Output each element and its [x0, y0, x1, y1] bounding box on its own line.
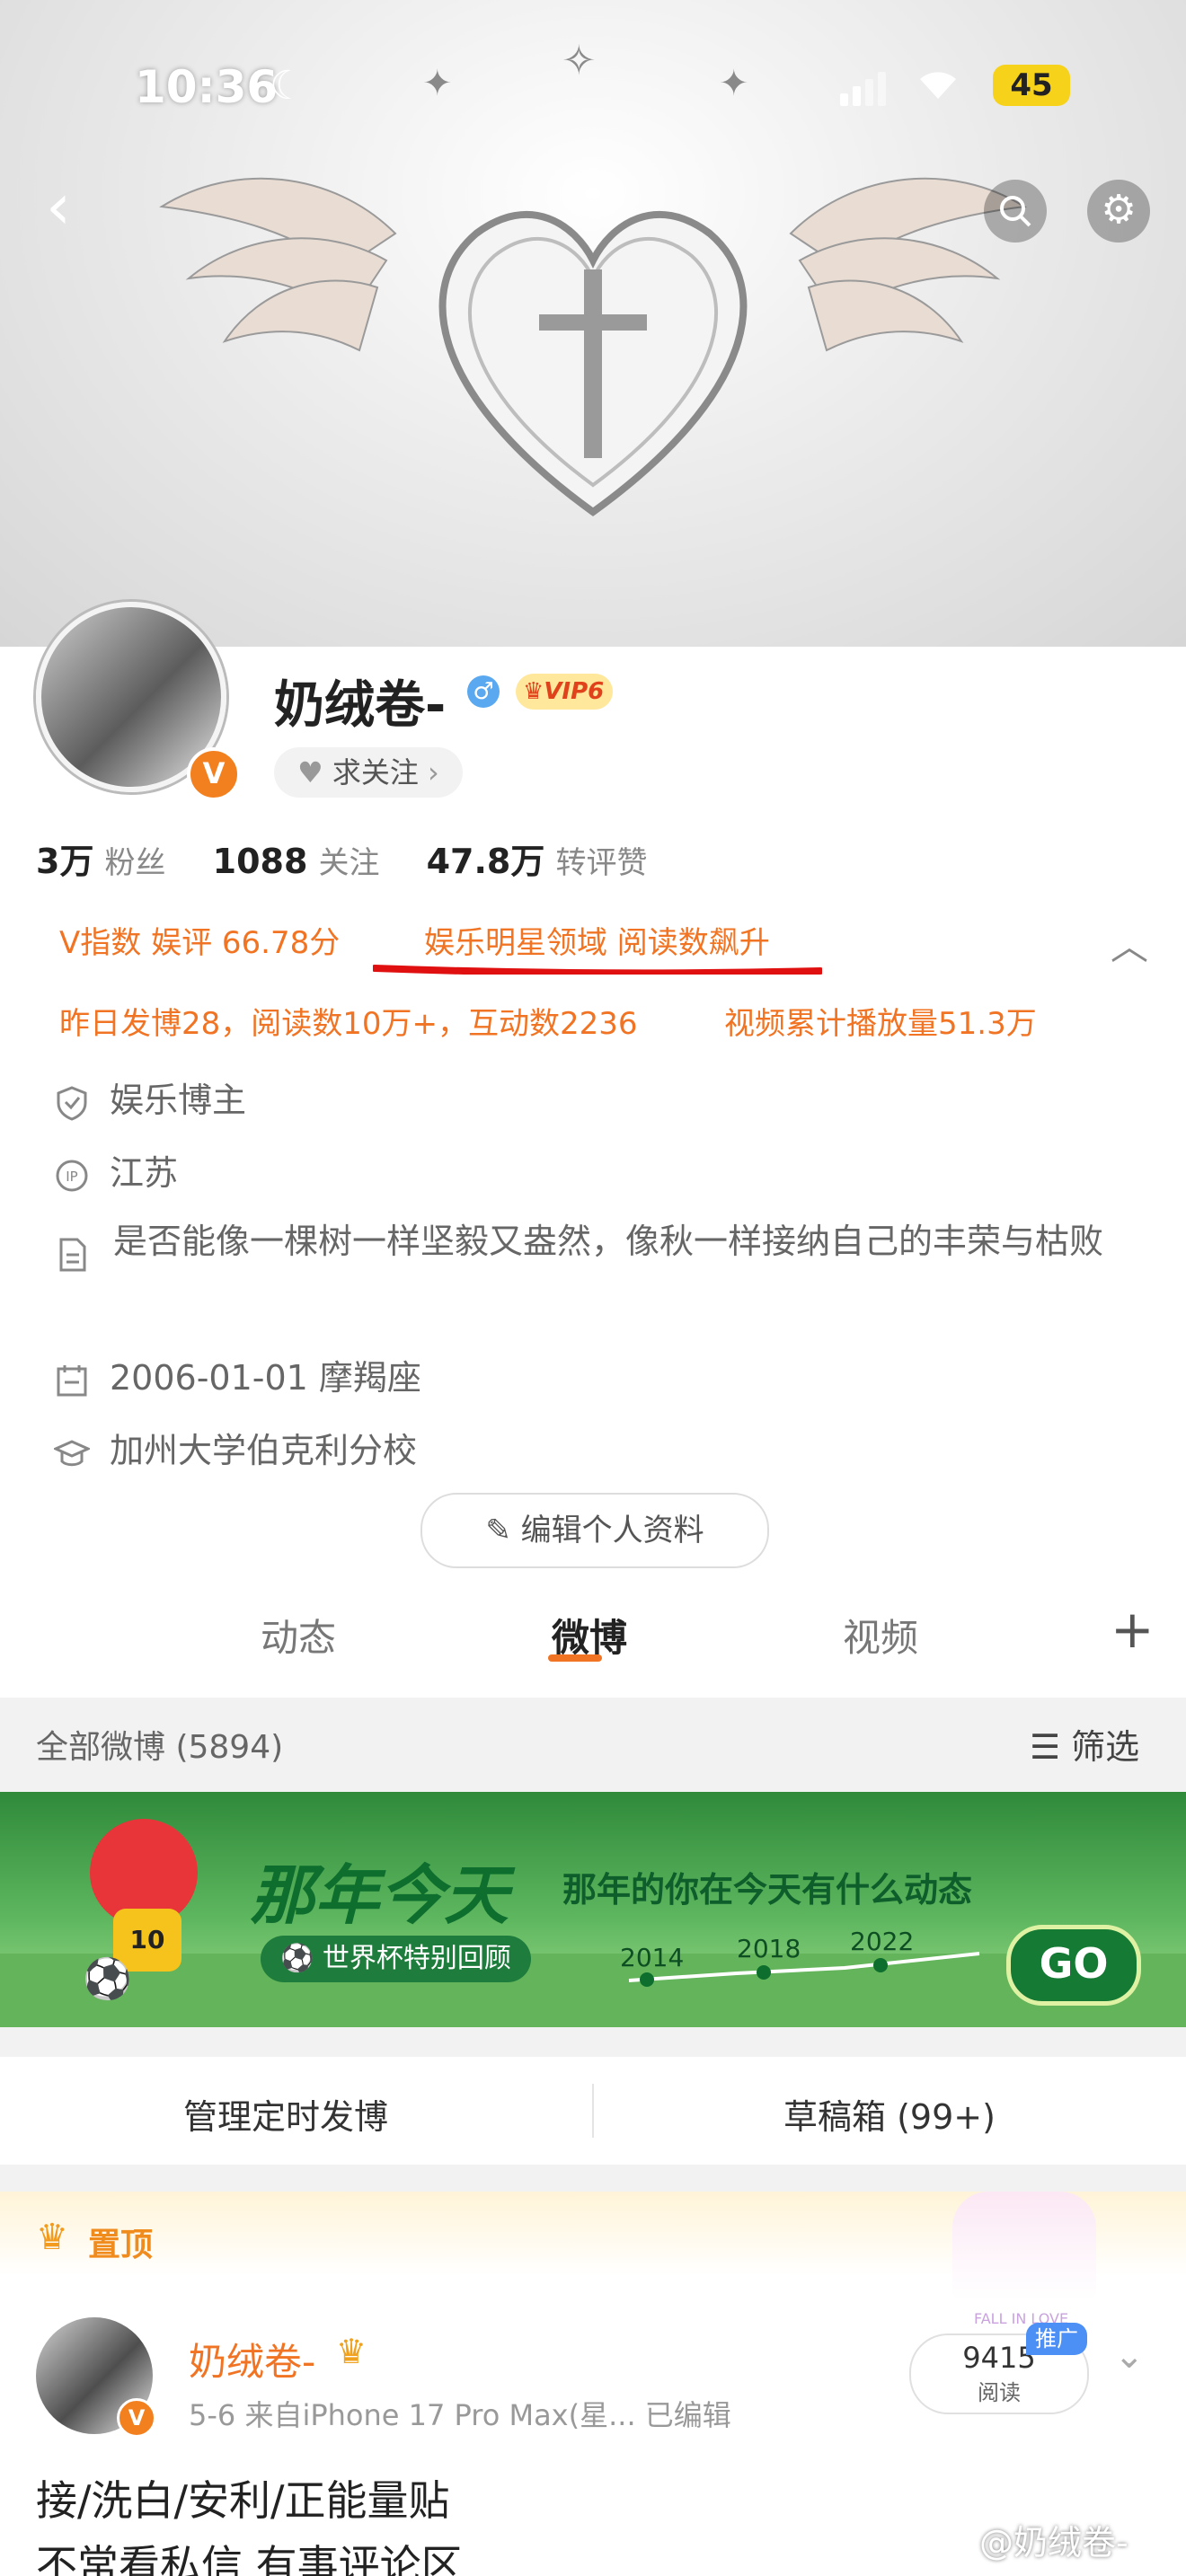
post-author[interactable]: 奶绒卷- [189, 2332, 315, 2386]
ip-row: IP 江苏 [54, 1145, 178, 1195]
edit-profile-button[interactable]: ✎ 编辑个人资料 [420, 1493, 769, 1568]
heart-cross-decoration [438, 210, 748, 516]
stat-following[interactable]: 1088 关注 [213, 842, 416, 881]
document-icon [54, 1231, 90, 1272]
promo-title: 那年今天 [250, 1857, 509, 1933]
profile-name: 奶绒卷- [274, 676, 447, 735]
v-index[interactable]: V指数 娱评 66.78分 [59, 918, 340, 962]
search-icon[interactable] [984, 180, 1047, 243]
wing-decoration-left [159, 177, 397, 352]
vip-crown-icon: ♛ [336, 2332, 367, 2371]
stats-row: 3万 粉丝 1088 关注 47.8万 转评赞 [36, 834, 683, 883]
verified-badge-icon: V [117, 2398, 156, 2438]
moon-icon: ☾ [270, 63, 305, 109]
bio-text: 是否能像一棵树一样坚毅又盎然，像秋一样接纳自己的丰荣与枯败 [113, 1222, 1104, 1261]
promo-banner[interactable]: 10 ⚽ 那年今天 那年的你在今天有什么动态 ⚽ 世界杯特别回顾 2014 20… [0, 1792, 1186, 2027]
vip-badge[interactable]: ♛VIP6 [516, 674, 614, 710]
post-actions-bar: 管理定时发博 草稿箱 (99+) [0, 2057, 1186, 2165]
battery-indicator: 45 [993, 65, 1070, 106]
ip-location-icon: IP [54, 1158, 90, 1194]
tab-video[interactable]: 视频 [843, 1608, 918, 1663]
promo-tag: ⚽ 世界杯特别回顾 [261, 1936, 531, 1982]
year-2022: 2022 [850, 1927, 915, 1956]
svg-text:IP: IP [66, 1169, 77, 1185]
promo-subtitle: 那年的你在今天有什么动态 [562, 1870, 973, 1910]
post-meta: 5-6 来自iPhone 17 Pro Max(星... 已编辑 [189, 2398, 731, 2432]
chevron-up-icon[interactable]: ︿ [1111, 916, 1148, 971]
watermark: @奶绒卷- [979, 2523, 1128, 2563]
status-time: 10:36 [135, 61, 279, 113]
shield-icon [54, 1085, 90, 1121]
follow-prompt-button[interactable]: ♥ 求关注 › [274, 747, 463, 798]
birthday-row: 2006-01-01 摩羯座 [54, 1350, 421, 1399]
pinned-label: 置顶 [88, 2227, 154, 2263]
feed-filter-bar: 全部微博 (5894) ☰ 筛选 [0, 1698, 1186, 1787]
post-text-line2: 不常看私信 有事评论区 [36, 2541, 463, 2576]
tab-active-indicator [548, 1654, 602, 1662]
yesterday-stats: 昨日发博28，阅读数10万+，互动数2236 [59, 1006, 638, 1042]
category-row: 娱乐博主 [54, 1072, 246, 1122]
profile-cover: ✦ ✦ ✧ ✦ ✦ 10:36 ☾ 45 ‹ ⚙ [0, 0, 1186, 647]
football-icon: ⚽ [280, 1943, 314, 1974]
chevron-right-icon: › [428, 755, 439, 790]
go-button[interactable]: GO [1006, 1925, 1141, 2006]
add-tab-icon[interactable]: + [1111, 1599, 1155, 1660]
graduation-cap-icon [52, 1435, 92, 1471]
school-row: 加州大学伯克利分校 [52, 1423, 417, 1472]
year-2014: 2014 [620, 1943, 685, 1972]
heart-plus-icon: ♥ [297, 755, 323, 790]
wifi-icon [916, 65, 960, 110]
football-icon: ⚽ [83, 1956, 132, 2002]
video-plays: 视频累计播放量51.3万 [724, 1006, 1037, 1042]
year-2018: 2018 [737, 1934, 801, 1963]
filter-button[interactable]: ☰ 筛选 [1030, 1719, 1139, 1769]
stat-likes[interactable]: 47.8万 转评赞 [427, 842, 684, 881]
bio-row: 是否能像一棵树一样坚毅又盎然，像秋一样接纳自己的丰荣与枯败 [54, 1218, 1114, 1272]
stat-fans[interactable]: 3万 粉丝 [36, 842, 202, 881]
tab-activity[interactable]: 动态 [261, 1608, 336, 1663]
drafts-button[interactable]: 草稿箱 (99+) [783, 2089, 996, 2139]
domain-rise-label[interactable]: 娱乐明星领域 阅读数飙升 [424, 918, 770, 962]
red-underline-annotation [373, 965, 822, 975]
signal-icon [840, 72, 890, 106]
settings-icon[interactable]: ⚙ [1087, 180, 1150, 243]
back-icon[interactable]: ‹ [27, 175, 90, 243]
filter-icon: ☰ [1030, 1727, 1061, 1767]
pencil-icon: ✎ [485, 1513, 511, 1548]
all-weibo-count: 全部微博 (5894) [36, 1729, 284, 1766]
verified-badge-icon: V [187, 747, 241, 801]
divider [592, 2084, 594, 2138]
chevron-down-icon[interactable]: ⌄ [1114, 2335, 1145, 2377]
scheduled-posts-button[interactable]: 管理定时发博 [183, 2089, 388, 2139]
promote-badge[interactable]: 推广 [1026, 2323, 1087, 2355]
crown-icon: ♛ [523, 678, 544, 705]
crown-decoration [952, 2192, 1096, 2299]
calendar-icon [54, 1363, 90, 1398]
male-icon: ♂ [467, 675, 500, 708]
post-text-line1: 接/洗白/安利/正能量贴 [36, 2476, 450, 2525]
crown-icon: ♛ [36, 2217, 68, 2258]
status-bar: 10:36 ☾ 45 [0, 61, 1186, 115]
